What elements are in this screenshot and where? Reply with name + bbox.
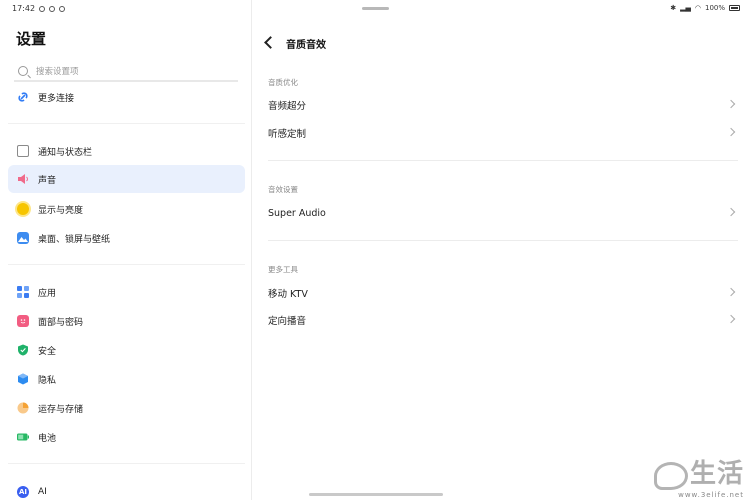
row-label: 音频超分 <box>268 101 307 112</box>
sidebar-item-sound[interactable]: 声音 <box>8 165 245 193</box>
sidebar-item-label: 面部与密码 <box>38 317 84 328</box>
home-indicator[interactable] <box>309 493 443 496</box>
row-label: 定向播音 <box>268 316 307 327</box>
battery-icon <box>17 431 29 443</box>
sidebar-item-privacy[interactable]: 隐私 <box>8 365 245 393</box>
sidebar-item-label: AI <box>38 487 47 497</box>
settings-sidebar: 设置 搜索设置项 更多连接 通知与状态栏 声音 显示与亮度 桌面、锁屏与壁纸 应… <box>0 0 252 500</box>
page-title: 音质音效 <box>286 40 326 51</box>
search-input[interactable]: 搜索设置项 <box>14 62 238 82</box>
row-super-audio[interactable]: Super Audio <box>258 200 746 226</box>
wifi-icon: ◠ <box>694 4 701 12</box>
sidebar-item-label: 声音 <box>38 175 57 186</box>
sidebar-item-label: 电池 <box>38 433 57 444</box>
row-hearing-customization[interactable]: 听感定制 <box>258 120 746 146</box>
bluetooth-icon: ✱ <box>670 4 677 12</box>
row-mobile-ktv[interactable]: 移动 KTV <box>258 280 746 306</box>
brightness-icon <box>17 203 29 215</box>
row-label: 移动 KTV <box>268 289 308 300</box>
speaker-icon <box>17 173 29 185</box>
sidebar-item-wallpaper[interactable]: 桌面、锁屏与壁纸 <box>8 224 245 252</box>
privacy-icon <box>17 373 29 385</box>
sidebar-item-label: 应用 <box>38 288 57 299</box>
row-audio-super-resolution[interactable]: 音频超分 <box>258 92 746 118</box>
row-label: 听感定制 <box>268 129 307 140</box>
sidebar-item-face-password[interactable]: 面部与密码 <box>8 307 245 335</box>
sidebar-item-ai[interactable]: AI AI <box>8 478 245 500</box>
sidebar-item-label: 更多连接 <box>38 93 75 104</box>
row-directional-playback[interactable]: 定向播音 <box>258 307 746 333</box>
watermark-logo-icon <box>653 462 688 490</box>
settings-title: 设置 <box>16 30 47 48</box>
section-label: 音质优化 <box>268 78 298 87</box>
sidebar-item-storage[interactable]: 运存与存储 <box>8 394 245 422</box>
link-icon <box>17 91 29 103</box>
sidebar-item-label: 通知与状态栏 <box>38 147 93 158</box>
status-bar-right: ✱ ▂▄ ◠ 100% <box>670 4 740 12</box>
watermark-url: www.3elife.net <box>678 491 744 499</box>
battery-percent: 100% <box>704 4 725 12</box>
row-label: Super Audio <box>268 207 326 219</box>
sidebar-divider <box>8 463 245 464</box>
sidebar-item-security[interactable]: 安全 <box>8 336 245 364</box>
sidebar-item-label: 安全 <box>38 346 57 357</box>
sidebar-divider <box>8 123 245 124</box>
sidebar-item-more-connections[interactable]: 更多连接 <box>8 83 245 111</box>
sidebar-item-label: 显示与亮度 <box>38 205 84 216</box>
sidebar-item-notifications[interactable]: 通知与状态栏 <box>8 137 245 165</box>
back-arrow-icon[interactable] <box>264 36 277 49</box>
signal-icon: ▂▄ <box>680 4 691 12</box>
sidebar-item-label: 运存与存储 <box>38 404 84 415</box>
chevron-right-icon <box>726 314 736 324</box>
section-label: 更多工具 <box>268 265 298 274</box>
sidebar-item-display[interactable]: 显示与亮度 <box>8 195 245 223</box>
chevron-right-icon <box>726 207 736 217</box>
notification-icon <box>17 145 29 157</box>
sidebar-item-apps[interactable]: 应用 <box>8 278 245 306</box>
ai-icon: AI <box>17 486 29 498</box>
watermark-text: 生活 <box>689 459 744 489</box>
chevron-right-icon <box>726 127 736 137</box>
watermark: 生活 <box>653 453 744 490</box>
section-label: 音效设置 <box>268 185 298 194</box>
storage-icon <box>17 402 29 414</box>
sidebar-item-label: 隐私 <box>38 375 57 386</box>
shield-icon <box>17 344 29 356</box>
battery-icon <box>729 5 740 11</box>
section-divider <box>268 160 738 161</box>
apps-icon <box>17 286 29 298</box>
multitask-handle[interactable] <box>362 7 389 10</box>
sidebar-divider <box>8 264 245 265</box>
wallpaper-icon <box>17 232 29 244</box>
search-placeholder: 搜索设置项 <box>36 67 79 77</box>
chevron-right-icon <box>726 99 736 109</box>
face-icon <box>17 315 29 327</box>
search-icon <box>18 66 28 76</box>
sidebar-item-label: 桌面、锁屏与壁纸 <box>38 234 111 245</box>
chevron-right-icon <box>726 287 736 297</box>
section-divider <box>268 240 738 241</box>
sidebar-item-battery[interactable]: 电池 <box>8 423 245 451</box>
